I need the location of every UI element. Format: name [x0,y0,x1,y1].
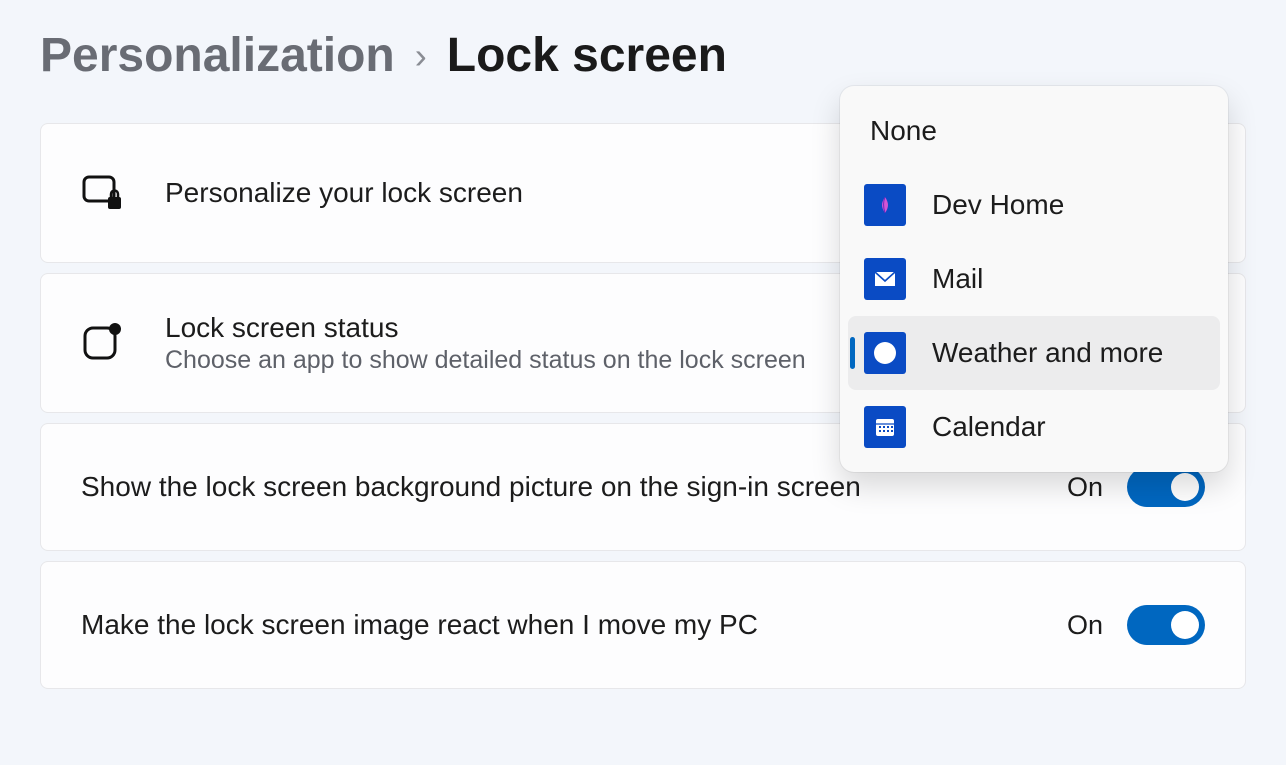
dropdown-label: Dev Home [932,189,1064,221]
row-title: Make the lock screen image react when I … [81,609,758,641]
mail-icon [864,258,906,300]
breadcrumb-parent[interactable]: Personalization [40,28,395,83]
dropdown-label: None [870,115,937,147]
dropdown-item-mail[interactable]: Mail [848,242,1220,316]
dropdown-item-calendar[interactable]: Calendar [848,390,1220,464]
calendar-icon [864,406,906,448]
status-app-dropdown: None Dev Home Mail Weather and more [840,86,1228,472]
row-title: Show the lock screen background picture … [81,471,861,503]
chevron-right-icon: › [415,35,427,77]
row-subtitle: Choose an app to show detailed status on… [165,346,806,375]
dropdown-item-none[interactable]: None [848,94,1220,168]
dropdown-item-weather[interactable]: Weather and more [848,316,1220,390]
row-title: Personalize your lock screen [165,177,523,209]
dropdown-label: Mail [932,263,983,295]
devhome-icon [864,184,906,226]
app-badge-icon [81,321,125,365]
weather-icon [864,332,906,374]
toggle-state-label: On [1067,472,1103,503]
toggle-show-background[interactable] [1127,467,1205,507]
dropdown-label: Weather and more [932,337,1163,369]
breadcrumb-current: Lock screen [447,28,727,83]
toggle-react-move[interactable] [1127,605,1205,645]
row-react-move-pc: Make the lock screen image react when I … [40,561,1246,689]
dropdown-label: Calendar [932,411,1046,443]
monitor-lock-icon [81,171,125,215]
row-title: Lock screen status [165,312,806,344]
toggle-state-label: On [1067,610,1103,641]
dropdown-item-devhome[interactable]: Dev Home [848,168,1220,242]
